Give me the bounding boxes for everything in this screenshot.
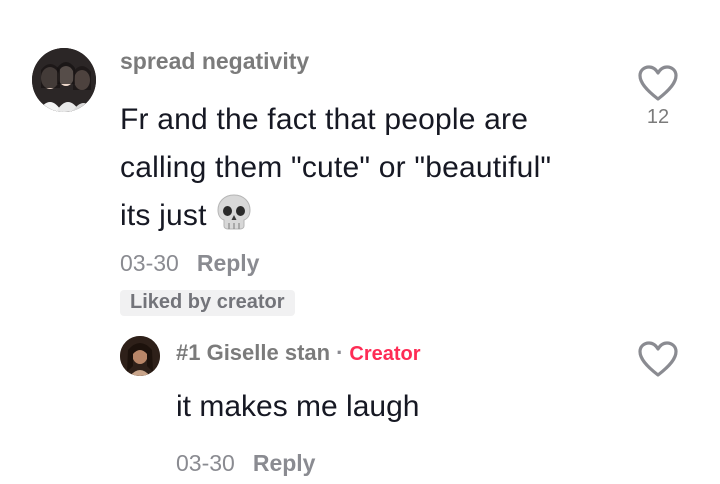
commenter-avatar[interactable]: [32, 48, 96, 112]
skull-icon: [215, 193, 253, 246]
avatar-image: [32, 48, 96, 112]
reply-avatar[interactable]: [120, 336, 160, 376]
like-count: 12: [646, 106, 670, 128]
comment-line-3: its just: [120, 192, 640, 246]
reply-reply-button[interactable]: Reply: [253, 450, 316, 476]
liked-by-creator-badge: Liked by creator: [120, 290, 295, 316]
heart-icon: [638, 65, 678, 101]
reply-meta: 03-30 Reply: [176, 450, 315, 477]
separator-dot: ·: [336, 340, 344, 365]
comment-body: Fr and the fact that people are calling …: [120, 96, 640, 246]
reply-avatar-image: [120, 336, 160, 376]
heart-icon: [638, 341, 678, 377]
creator-badge: Creator: [349, 343, 421, 365]
reply-button[interactable]: Reply: [197, 250, 260, 276]
comment-meta: 03-30 Reply: [120, 250, 259, 277]
reply-header: #1 Giselle stan · Creator: [176, 340, 421, 366]
reply-date: 03-30: [176, 450, 235, 476]
like-button[interactable]: [637, 64, 679, 107]
reply-username[interactable]: #1 Giselle stan: [176, 340, 330, 365]
comment-line-1: Fr and the fact that people are: [120, 103, 529, 136]
comment-line-2: calling them "cute" or "beautiful": [120, 151, 552, 184]
comment-line-3-text: its just: [120, 199, 207, 232]
comment-date: 03-30: [120, 250, 179, 276]
reply-like-button[interactable]: [637, 340, 679, 383]
commenter-username[interactable]: spread negativity: [120, 48, 309, 75]
reply-body: it makes me laugh: [176, 390, 420, 423]
